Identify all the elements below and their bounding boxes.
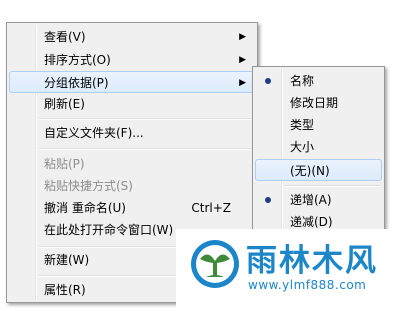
- menu-separator: [285, 185, 380, 187]
- menu-item-paste[interactable]: 粘贴(P): [9, 153, 255, 175]
- menu-item-label: 粘贴(P): [44, 157, 85, 171]
- submenu-item-size[interactable]: 大小: [255, 136, 382, 158]
- menu-item-label: 刷新(E): [44, 97, 85, 111]
- radio-dot-icon: [265, 78, 271, 84]
- submenu-item-ascending[interactable]: 递增(A): [255, 189, 382, 211]
- menu-item-customize-folder[interactable]: 自定义文件夹(F)...: [9, 122, 255, 144]
- menu-item-label: 查看(V): [44, 30, 86, 44]
- menu-item-label: 分组依据(P): [44, 76, 109, 90]
- group-by-submenu: 名称 修改日期 类型 大小 (无)(N) 递增(A) 递减(D): [252, 66, 385, 236]
- menu-item-label: 在此处打开命令窗口(W): [44, 223, 174, 237]
- watermark-title: 雨林木风: [246, 243, 378, 279]
- watermark: 雨林木风 www.ylmf888.com: [176, 229, 404, 311]
- menu-separator: [39, 148, 253, 150]
- menu-item-label: 递增(A): [290, 193, 332, 207]
- menu-item-label: (无)(N): [290, 164, 330, 178]
- submenu-arrow-icon: ▶: [239, 55, 246, 65]
- menu-item-label: 撤消 重命名(U): [44, 201, 126, 215]
- radio-dot-icon: [265, 197, 271, 203]
- menu-item-label: 属性(R): [44, 283, 86, 297]
- menu-item-label: 粘贴快捷方式(S): [44, 179, 133, 193]
- menu-item-label: 大小: [290, 140, 315, 154]
- watermark-url: www.ylmf888.com: [248, 278, 367, 292]
- menu-item-view[interactable]: 查看(V) ▶: [9, 26, 255, 48]
- shortcut-label: Ctrl+Z: [191, 201, 231, 215]
- menu-item-label: 自定义文件夹(F)...: [44, 126, 144, 140]
- submenu-item-type[interactable]: 类型: [255, 114, 382, 136]
- menu-item-label: 排序方式(O): [44, 53, 111, 67]
- menu-item-label: 名称: [290, 74, 315, 88]
- menu-item-label: 修改日期: [290, 96, 339, 110]
- menu-item-paste-shortcut[interactable]: 粘贴快捷方式(S): [9, 175, 255, 197]
- menu-separator: [39, 118, 253, 120]
- tree-logo-icon: [190, 239, 240, 289]
- menu-item-group-by[interactable]: 分组依据(P) ▶: [9, 71, 255, 93]
- submenu-item-name[interactable]: 名称: [255, 70, 382, 92]
- menu-item-undo-rename[interactable]: 撤消 重命名(U) Ctrl+Z: [9, 197, 255, 219]
- submenu-arrow-icon: ▶: [239, 78, 246, 88]
- menu-item-sort-by[interactable]: 排序方式(O) ▶: [9, 49, 255, 71]
- submenu-item-date-modified[interactable]: 修改日期: [255, 92, 382, 114]
- menu-item-label: 类型: [290, 118, 315, 132]
- menu-item-label: 新建(W): [44, 253, 90, 267]
- submenu-arrow-icon: ▶: [239, 32, 246, 42]
- submenu-item-none[interactable]: (无)(N): [255, 159, 382, 181]
- menu-item-refresh[interactable]: 刷新(E): [9, 93, 255, 115]
